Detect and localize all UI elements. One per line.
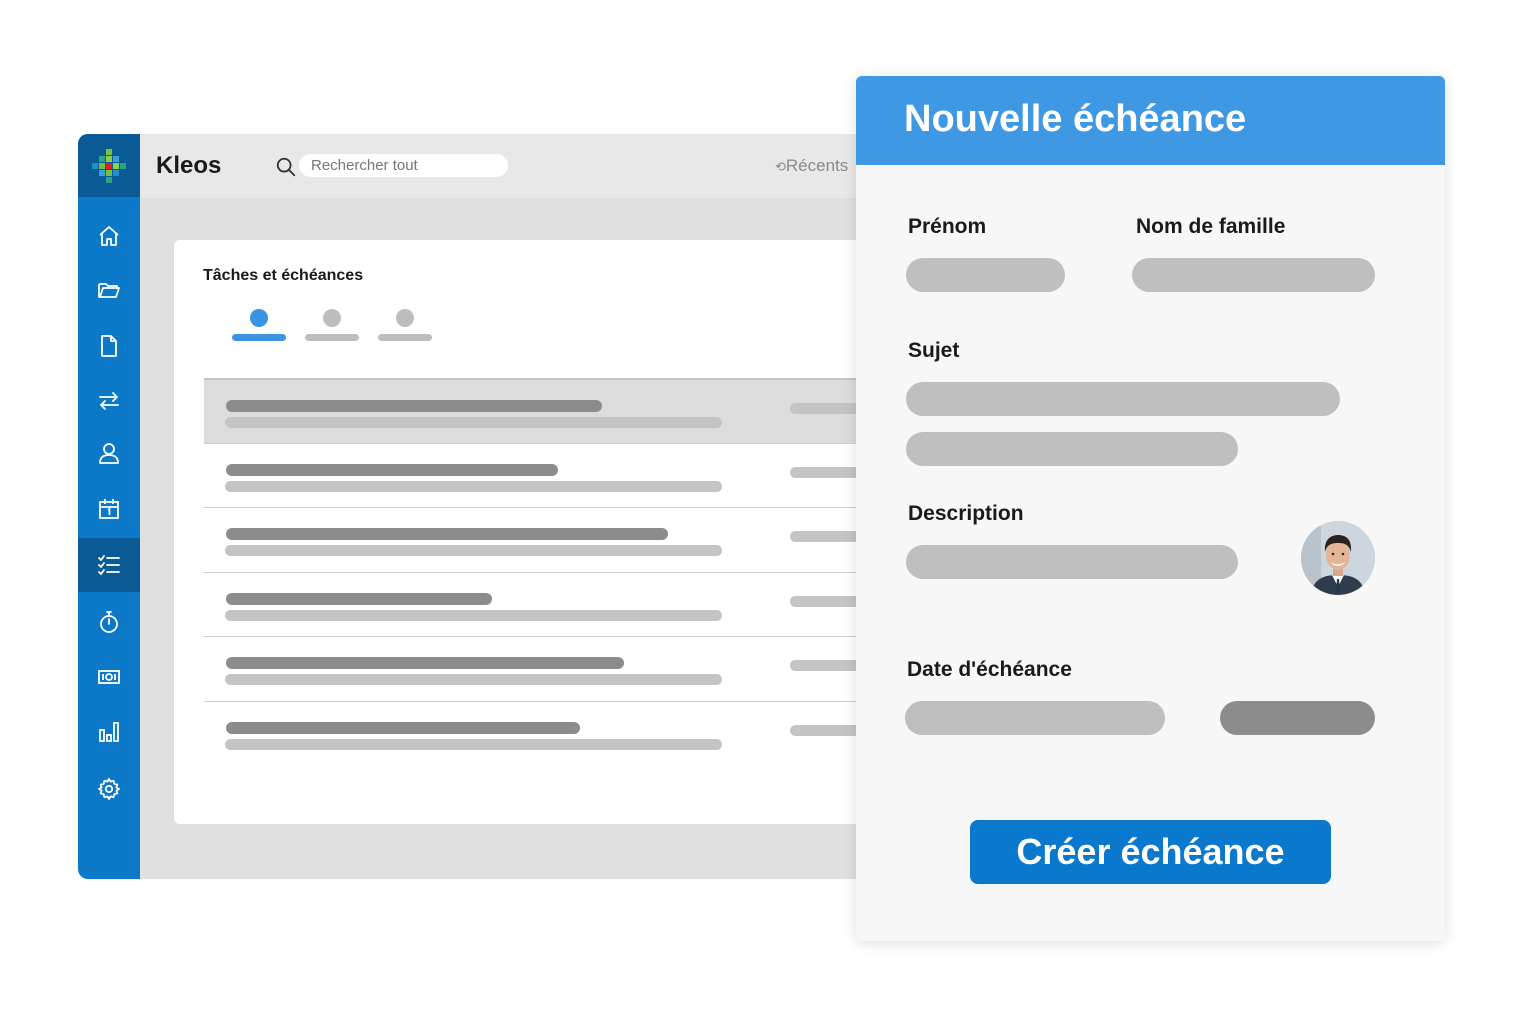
table-row[interactable] — [204, 507, 898, 572]
table-row[interactable] — [204, 572, 898, 637]
due-date-field[interactable] — [905, 701, 1165, 735]
table-row[interactable] — [204, 443, 898, 508]
transfer-arrows-icon — [99, 392, 119, 410]
card-title: Tâches et échéances — [203, 267, 364, 284]
sidebar-item-reports[interactable] — [78, 705, 140, 759]
home-icon — [99, 226, 119, 246]
subject-label: Sujet — [908, 339, 960, 362]
sidebar-item-billing[interactable] — [78, 650, 140, 704]
last-name-field[interactable] — [1132, 258, 1375, 292]
sidebar-item-home[interactable] — [78, 209, 140, 263]
sidebar-item-settings[interactable] — [78, 762, 140, 816]
due-time-field[interactable] — [1220, 701, 1375, 735]
sidebar-item-folders[interactable] — [78, 263, 140, 317]
table-row[interactable] — [204, 378, 898, 444]
first-name-field[interactable] — [906, 258, 1065, 292]
due-date-label: Date d'échéance — [907, 658, 1072, 681]
money-icon — [98, 670, 120, 684]
subject-field-line-1[interactable] — [906, 382, 1340, 416]
dialog-title: Nouvelle échéance — [904, 98, 1247, 140]
sidebar-item-calendar[interactable] — [78, 482, 140, 536]
person-icon — [99, 443, 119, 464]
recents-label: Récents — [785, 156, 849, 175]
bar-chart-icon — [99, 722, 119, 742]
description-field[interactable] — [906, 545, 1238, 579]
sidebar-item-tasks[interactable] — [78, 538, 140, 592]
sidebar-item-timer[interactable] — [78, 595, 140, 649]
table-row[interactable] — [204, 636, 898, 701]
last-name-label: Nom de famille — [1136, 215, 1286, 238]
recents-link[interactable]: ⟲Récents — [775, 156, 848, 176]
create-deadline-button[interactable]: Créer échéance — [970, 820, 1331, 884]
logo-mark — [92, 148, 126, 183]
logo — [78, 134, 140, 197]
top-bar: Kleos ⟲Récents — [140, 134, 898, 198]
document-icon — [101, 335, 117, 357]
app-title: Kleos — [156, 152, 222, 179]
sidebar-item-transfers[interactable] — [78, 374, 140, 428]
sidebar-item-documents[interactable] — [78, 319, 140, 373]
subject-field-line-2[interactable] — [906, 432, 1238, 466]
dialog-header: Nouvelle échéance — [856, 76, 1445, 165]
tab-2[interactable] — [305, 309, 359, 345]
avatar — [1301, 521, 1375, 595]
new-deadline-dialog: Nouvelle échéance Prénom Nom de famille … — [856, 76, 1445, 941]
sidebar-item-contacts[interactable] — [78, 426, 140, 480]
search-icon[interactable] — [275, 156, 297, 178]
stopwatch-icon — [100, 611, 118, 633]
checklist-icon — [98, 555, 120, 575]
tab-3[interactable] — [378, 309, 432, 345]
tab-1[interactable] — [232, 309, 286, 345]
search-input[interactable] — [299, 154, 508, 177]
gear-icon — [98, 778, 120, 800]
tasks-card: Tâches et échéances — [174, 240, 898, 824]
refresh-icon: ⟲ — [775, 159, 786, 174]
sidebar — [78, 134, 140, 879]
table-row[interactable] — [204, 701, 898, 766]
folder-icon — [98, 283, 120, 298]
calendar-icon — [99, 499, 119, 519]
description-label: Description — [908, 502, 1024, 525]
first-name-label: Prénom — [908, 215, 987, 238]
app-window: Kleos ⟲Récents Tâches et échéances — [78, 134, 898, 879]
content-area: Tâches et échéances — [140, 198, 898, 879]
